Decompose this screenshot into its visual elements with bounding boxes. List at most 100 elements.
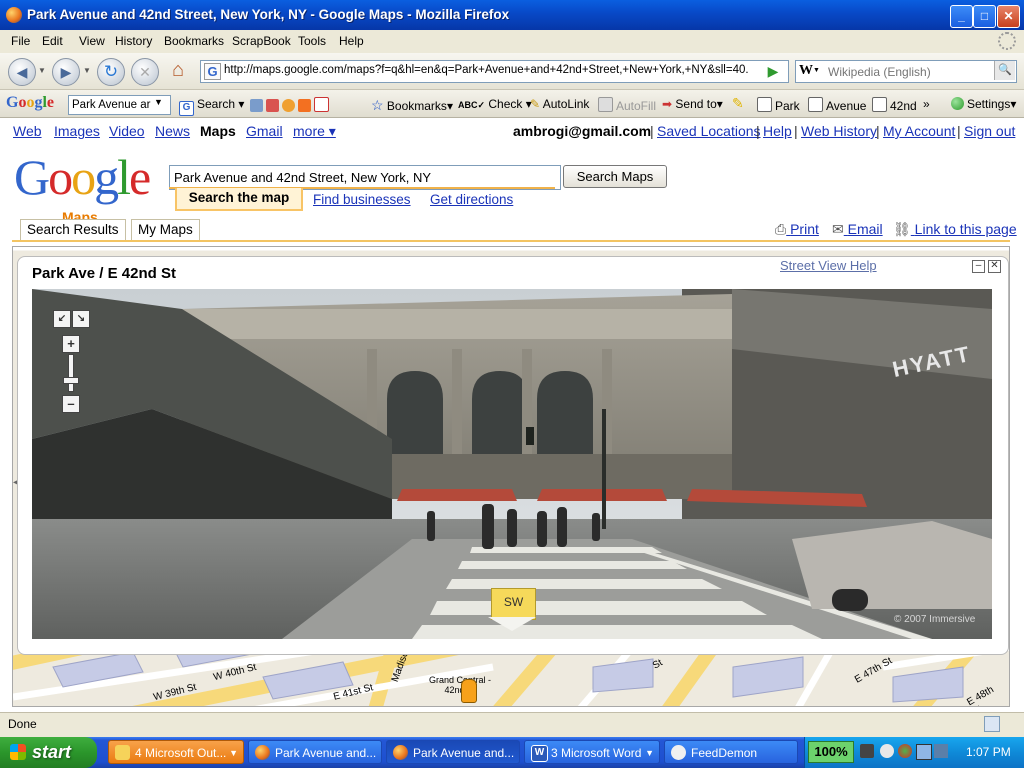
panel-close-icon[interactable]: ✕: [988, 260, 1001, 273]
tab-search-results[interactable]: Search Results: [20, 219, 126, 241]
toolbar-autofill-button[interactable]: AutoFill: [598, 97, 656, 113]
tab-get-directions[interactable]: Get directions: [430, 192, 513, 207]
highlighter-icon[interactable]: ✎: [732, 95, 744, 112]
wikipedia-engine-icon[interactable]: W: [799, 63, 813, 79]
reload-icon[interactable]: ↻: [97, 58, 125, 86]
zoom-in-button[interactable]: +: [62, 335, 80, 353]
zoom-out-button[interactable]: –: [62, 395, 80, 413]
email-label: Email: [847, 221, 883, 237]
maximize-button[interactable]: □: [973, 5, 996, 28]
task-firefox-1[interactable]: Park Avenue and...: [248, 740, 382, 764]
menu-help[interactable]: Help: [339, 34, 364, 48]
go-arrow-icon[interactable]: ▶: [764, 62, 782, 80]
street-view-panorama[interactable]: [32, 289, 992, 639]
tray-network-icon[interactable]: [916, 744, 932, 760]
separator: |: [794, 123, 798, 139]
outlook-icon: [115, 745, 130, 760]
zoom-slider-track[interactable]: [68, 354, 74, 392]
window-title-bar[interactable]: Park Avenue and 42nd Street, New York, N…: [0, 0, 1024, 30]
forward-history-dropdown-icon[interactable]: ▼: [83, 66, 91, 75]
google-toolbar-logo[interactable]: Google: [6, 94, 54, 112]
toolbar-autolink-button[interactable]: ✎ AutoLink: [530, 97, 589, 111]
nav-link-images[interactable]: Images: [54, 123, 100, 139]
separator: |: [957, 123, 961, 139]
forward-arrow-icon[interactable]: ▶: [52, 58, 80, 86]
tray-clock[interactable]: 1:07 PM: [966, 745, 1011, 759]
tray-monitor-icon[interactable]: [934, 744, 948, 758]
minimize-button[interactable]: _: [950, 5, 973, 28]
rotate-right-icon[interactable]: ↘: [72, 310, 90, 328]
navigation-arrow-sw[interactable]: SW: [491, 588, 536, 620]
search-magnifier-icon[interactable]: 🔍: [994, 61, 1015, 80]
search-maps-button[interactable]: Search Maps: [563, 165, 667, 188]
toolbar-overflow-chevron[interactable]: »: [923, 97, 930, 111]
my-account-link[interactable]: My Account: [883, 123, 955, 139]
zoom-slider-handle[interactable]: [63, 377, 79, 384]
toolbar-bookmarks-button[interactable]: ☆ Bookmarks▾: [371, 97, 453, 114]
toolbar-term-avenue[interactable]: Avenue: [808, 97, 866, 113]
search-bar[interactable]: W ▼ 🔍: [795, 60, 1017, 83]
panel-minimize-icon[interactable]: –: [972, 260, 985, 273]
menu-history[interactable]: History: [115, 34, 152, 48]
task-outlook[interactable]: 4 Microsoft Out... ▼: [108, 740, 244, 764]
toolbar-search-dropdown-icon[interactable]: ▼: [154, 97, 163, 107]
nav-link-more[interactable]: more ▾: [293, 123, 336, 140]
google-g-icon: G: [179, 101, 194, 116]
tab-search-the-map[interactable]: Search the map: [175, 188, 303, 211]
star-icon: ☆: [371, 97, 384, 113]
back-history-dropdown-icon[interactable]: ▼: [38, 66, 46, 75]
menu-tools[interactable]: Tools: [298, 34, 326, 48]
toolbar-settings-button[interactable]: Settings▾: [951, 97, 1016, 111]
term-42nd-label: 42nd: [890, 99, 917, 113]
find-term-icon: [757, 97, 772, 112]
toolbar-search-button[interactable]: G Search ▾: [179, 97, 244, 116]
start-button[interactable]: start: [0, 737, 97, 768]
sign-out-link[interactable]: Sign out: [964, 123, 1015, 139]
toolbar-sendto-button[interactable]: ➡ Send to▾: [662, 97, 723, 111]
web-history-link[interactable]: Web History: [801, 123, 877, 139]
menu-edit[interactable]: Edit: [42, 34, 63, 48]
address-bar[interactable]: G http://maps.google.com/maps?f=q&hl=en&…: [200, 60, 789, 83]
group-dropdown-icon: ▼: [229, 748, 238, 758]
nav-link-video[interactable]: Video: [109, 123, 145, 139]
tray-plug-icon[interactable]: [860, 744, 874, 758]
street-view-help-link[interactable]: Street View Help: [780, 258, 877, 273]
google-maps-logo[interactable]: Google Maps: [14, 152, 151, 225]
tray-speaker-icon[interactable]: [880, 744, 894, 758]
task-firefox-2[interactable]: Park Avenue and...: [386, 740, 520, 764]
nav-link-web[interactable]: Web: [13, 123, 42, 139]
home-icon[interactable]: ⌂: [166, 58, 190, 82]
toolbar-term-42nd[interactable]: 42nd: [872, 97, 917, 113]
link-to-page[interactable]: ⛓ Link to this page: [893, 221, 1017, 238]
tab-find-businesses[interactable]: Find businesses: [313, 192, 411, 207]
stop-icon[interactable]: ✕: [131, 58, 159, 86]
toolbar-button-icons[interactable]: [250, 97, 332, 113]
toolbar-check-button[interactable]: ABC✓ Check ▾: [458, 97, 532, 111]
menu-bookmarks[interactable]: Bookmarks: [164, 34, 224, 48]
task-feeddemon[interactable]: FeedDemon: [664, 740, 798, 764]
tray-chrome-icon[interactable]: [898, 744, 912, 758]
task-word[interactable]: W3 Microsoft Word ▼: [524, 740, 660, 764]
rotate-left-icon[interactable]: ↙: [53, 310, 71, 328]
saved-locations-link[interactable]: Saved Locations: [657, 123, 761, 139]
nav-link-gmail[interactable]: Gmail: [246, 123, 283, 139]
tab-my-maps[interactable]: My Maps: [131, 219, 200, 241]
google-favicon-icon: G: [204, 63, 221, 80]
back-arrow-icon[interactable]: ◀: [8, 58, 36, 86]
menu-scrapbook[interactable]: ScrapBook: [232, 34, 291, 48]
search-input[interactable]: [826, 62, 990, 81]
print-link[interactable]: ⎙ Print: [775, 221, 819, 238]
nav-link-news[interactable]: News: [155, 123, 190, 139]
close-button[interactable]: ✕: [997, 5, 1020, 28]
street-view-image[interactable]: HYATT © 2007 Immersive: [32, 289, 992, 639]
pegman-icon[interactable]: [461, 679, 477, 703]
menu-file[interactable]: File: [11, 34, 30, 48]
toolbar-term-park[interactable]: Park: [757, 97, 800, 113]
email-link[interactable]: ✉ Email: [832, 221, 883, 238]
menu-view[interactable]: View: [79, 34, 105, 48]
engine-dropdown-icon[interactable]: ▼: [813, 67, 820, 74]
help-link[interactable]: Help: [763, 123, 792, 139]
zoom-percentage-indicator[interactable]: 100%: [808, 741, 854, 763]
task-outlook-label: 4 Microsoft Out...: [135, 746, 227, 760]
nav-link-maps-active: Maps: [200, 123, 236, 139]
